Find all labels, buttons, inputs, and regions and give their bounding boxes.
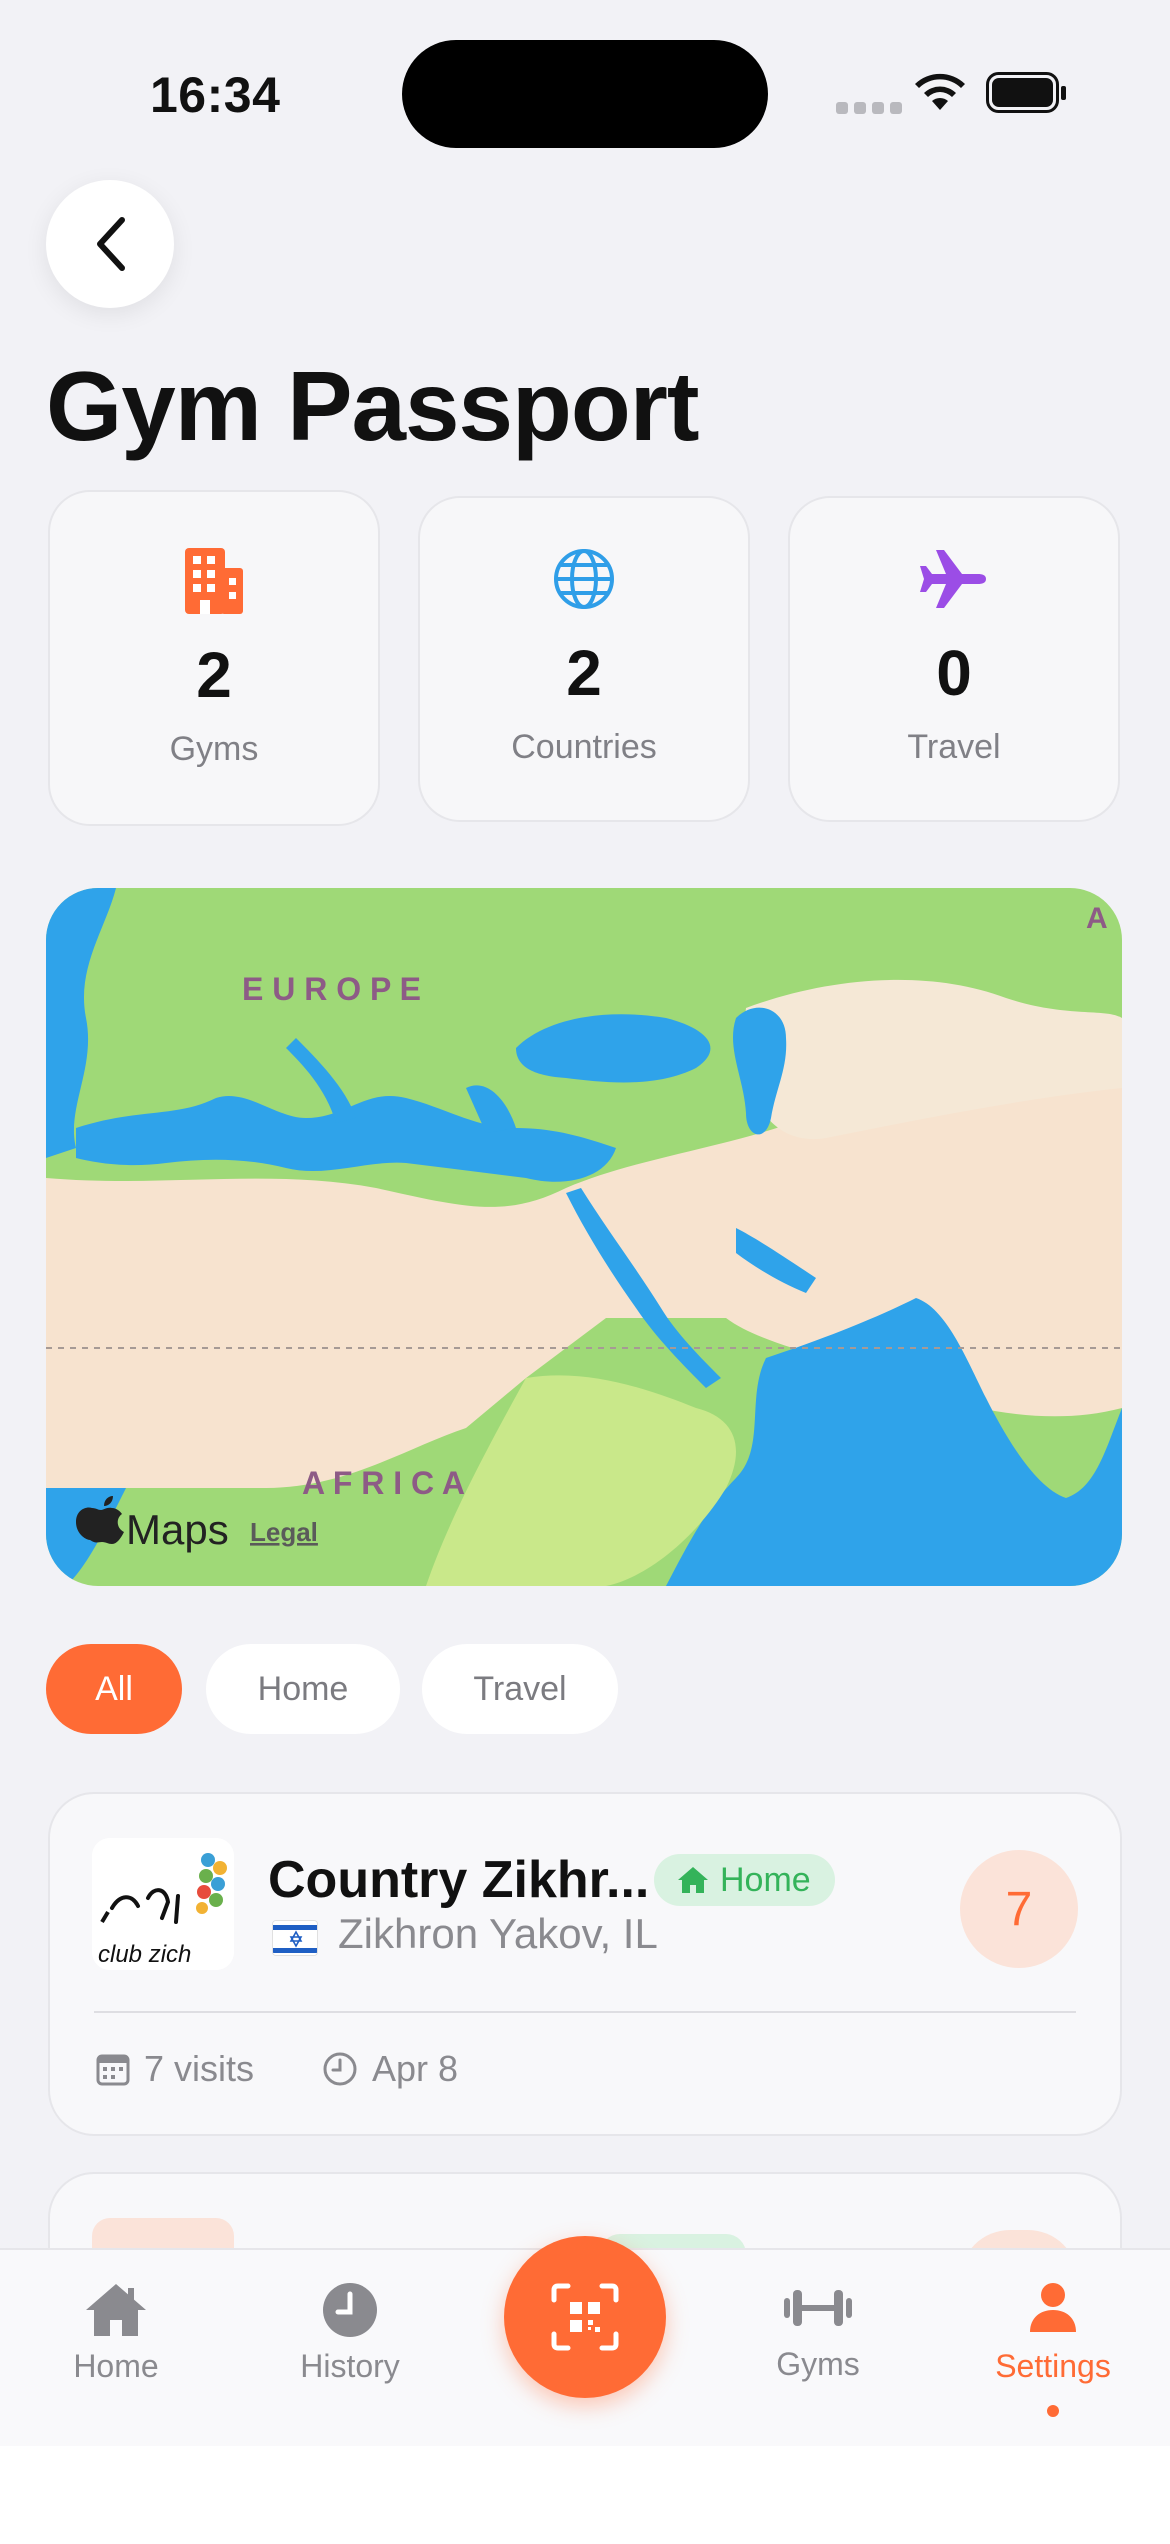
stat-label: Travel [907,728,1001,766]
tab-home-label: Home [73,2348,159,2384]
card-divider [94,2011,1076,2013]
visits-label: 7 visits [144,2048,255,2089]
stat-value: 2 [196,639,232,711]
scan-qr-button[interactable] [504,2236,666,2398]
home-indicator-area [0,2446,1170,2544]
home-badge-label: Home [720,1860,811,1899]
person-icon [1030,2283,1076,2332]
calendar-icon [96,2054,130,2086]
map-label-africa: A F R I C A [302,1465,465,1501]
house-icon [86,2284,146,2336]
map-label-corner: A [1086,902,1108,935]
page-title: Gym Passport [46,351,699,461]
gym-name: Country Zikhr... [268,1851,650,1909]
tab-gyms[interactable]: Gyms [718,2284,918,2383]
gym-logo: club zich [92,1838,234,1970]
filter-chip-all[interactable]: All [46,1644,182,1734]
qr-scan-icon [551,2283,619,2351]
last-visit-meta: Apr 8 [322,2048,458,2090]
filter-chip-home[interactable]: Home [206,1644,400,1734]
wifi-icon [915,73,965,110]
tab-home[interactable]: Home [16,2282,216,2385]
israel-flag-icon [272,1920,318,1956]
gym-map[interactable]: E U R O P E A F R I C A A Maps Legal [46,888,1122,1586]
clock-icon [323,2283,377,2337]
gym-location: Zikhron Yakov, IL [338,1910,658,1957]
map-legal-link[interactable]: Legal [250,1517,318,1547]
back-button[interactable] [46,180,174,308]
tab-settings[interactable]: Settings [953,2282,1153,2385]
status-time: 16:34 [150,67,281,123]
dynamic-island [402,40,768,148]
stat-value: 2 [566,637,602,709]
dumbbell-icon [784,2290,852,2326]
visit-count-badge: 7 [960,1850,1078,1968]
stat-card-travel: 0 Travel [788,496,1120,822]
battery-icon [986,72,1066,113]
active-tab-indicator [1047,2405,1059,2417]
home-badge: Home [654,1854,835,1906]
map-label-europe: E U R O P E [242,971,421,1007]
stat-label: Gyms [169,730,259,768]
visits-meta: 7 visits [96,2048,254,2090]
cellular-signal-icon [836,102,902,114]
last-visit-label: Apr 8 [372,2048,459,2089]
gym-logo-text: club zich [98,1941,191,1968]
building-icon [185,546,243,616]
stat-label: Countries [511,728,657,766]
map-attribution: Maps [126,1506,229,1553]
tab-settings-label: Settings [995,2348,1111,2384]
stat-value: 0 [936,637,972,709]
clock-icon [323,2052,357,2086]
filter-chip-travel[interactable]: Travel [422,1644,618,1734]
tab-gyms-label: Gyms [776,2346,860,2382]
house-icon [678,1867,708,1893]
stat-card-countries: 2 Countries [418,496,750,822]
globe-icon [553,544,615,614]
airplane-icon [920,544,988,614]
tab-history[interactable]: History [250,2282,450,2385]
chevron-left-icon [97,217,125,271]
tab-history-label: History [300,2348,400,2384]
stat-card-gyms: 2 Gyms [48,490,380,826]
